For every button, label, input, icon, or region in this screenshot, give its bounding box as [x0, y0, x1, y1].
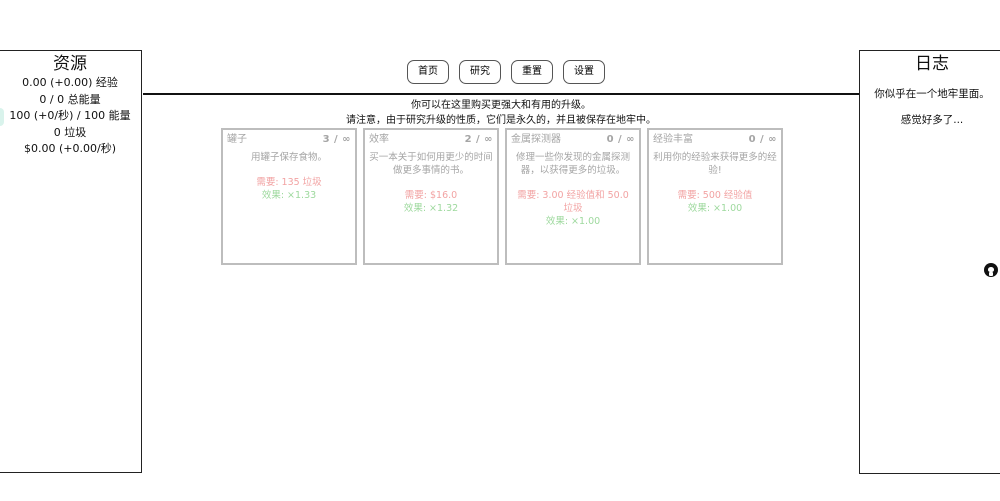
total-energy-value: 0 / 0 总能量	[39, 92, 101, 106]
upgrade-level: 0 / ∞	[606, 134, 635, 145]
log-panel: 日志 你似乎在一个地牢里面。 感觉好多了...	[859, 50, 1000, 474]
upgrade-cost: 需要: 135 垃圾	[256, 177, 322, 188]
upgrade-name: 效率	[369, 134, 389, 145]
junk-value: 0 垃圾	[53, 125, 87, 139]
upgrade-effect: 效果: ×1.32	[403, 203, 459, 214]
upgrade-name: 金属探测器	[511, 134, 561, 145]
upgrade-card-jar[interactable]: 罐子 3 / ∞ 用罐子保存食物。 需要: 135 垃圾 效果: ×1.33	[221, 128, 357, 265]
upgrade-card-experienced[interactable]: 经验丰富 0 / ∞ 利用你的经验来获得更多的经验! 需要: 500 经验值 效…	[647, 128, 783, 265]
money-value: $0.00 (+0.00/秒)	[24, 142, 116, 155]
nav-divider	[143, 93, 859, 95]
upgrade-effect: 效果: ×1.00	[545, 216, 601, 227]
upgrade-description: 利用你的经验来获得更多的经验!	[653, 152, 777, 176]
log-title: 日志	[915, 54, 949, 74]
upgrade-card-metal-detector[interactable]: 金属探测器 0 / ∞ 修理一些你发现的金属探测器，以获得更多的垃圾。 需要: …	[505, 128, 641, 265]
upgrade-cost: 需要: 500 经验值	[677, 190, 753, 201]
upgrade-list: 罐子 3 / ∞ 用罐子保存食物。 需要: 135 垃圾 效果: ×1.33 效…	[221, 128, 783, 265]
upgrade-effect: 效果: ×1.33	[261, 190, 317, 201]
experience-value: 0.00 (+0.00) 经验	[22, 76, 118, 89]
upgrade-cost: 需要: $16.0	[404, 190, 458, 201]
upgrade-name: 经验丰富	[653, 134, 693, 145]
upgrade-level: 2 / ∞	[464, 134, 493, 145]
side-tab-marker	[0, 108, 4, 126]
intro-line-2: 请注意，由于研究升级的性质，它们是永久的，并且被保存在地牢中。	[346, 115, 656, 126]
resources-panel: 资源 0.00 (+0.00) 经验 0 / 0 总能量 100 (+0/秒) …	[0, 50, 142, 473]
upgrade-description: 买一本关于如何用更少的时间做更多事情的书。	[369, 152, 493, 176]
upgrade-level: 0 / ∞	[748, 134, 777, 145]
game-page: 资源 0.00 (+0.00) 经验 0 / 0 总能量 100 (+0/秒) …	[0, 0, 1000, 501]
nav-home-button[interactable]: 首页	[407, 60, 449, 84]
nav-reset-button[interactable]: 重置	[511, 60, 553, 84]
log-entry: 感觉好多了...	[900, 114, 964, 126]
nav-settings-button[interactable]: 设置	[563, 60, 605, 84]
upgrade-card-efficiency[interactable]: 效率 2 / ∞ 买一本关于如何用更少的时间做更多事情的书。 需要: $16.0…	[363, 128, 499, 265]
upgrade-effect: 效果: ×1.00	[687, 203, 743, 214]
intro-line-1: 你可以在这里购买更强大和有用的升级。	[411, 100, 591, 111]
resources-title: 资源	[53, 54, 87, 74]
upgrade-level: 3 / ∞	[322, 134, 351, 145]
main-nav: 首页 研究 重置 设置	[407, 60, 605, 84]
upgrade-description: 用罐子保存食物。	[250, 152, 327, 163]
github-icon[interactable]	[984, 263, 998, 277]
log-entry: 你似乎在一个地牢里面。	[874, 88, 990, 100]
upgrade-name: 罐子	[227, 134, 247, 145]
energy-value: 100 (+0/秒) / 100 能量	[9, 109, 131, 122]
upgrade-description: 修理一些你发现的金属探测器，以获得更多的垃圾。	[515, 152, 630, 176]
nav-research-button[interactable]: 研究	[459, 60, 501, 84]
upgrade-cost: 需要: 3.00 经验值和 50.0 垃圾	[517, 190, 629, 214]
research-intro: 你可以在这里购买更强大和有用的升级。 请注意，由于研究升级的性质，它们是永久的，…	[143, 98, 859, 128]
